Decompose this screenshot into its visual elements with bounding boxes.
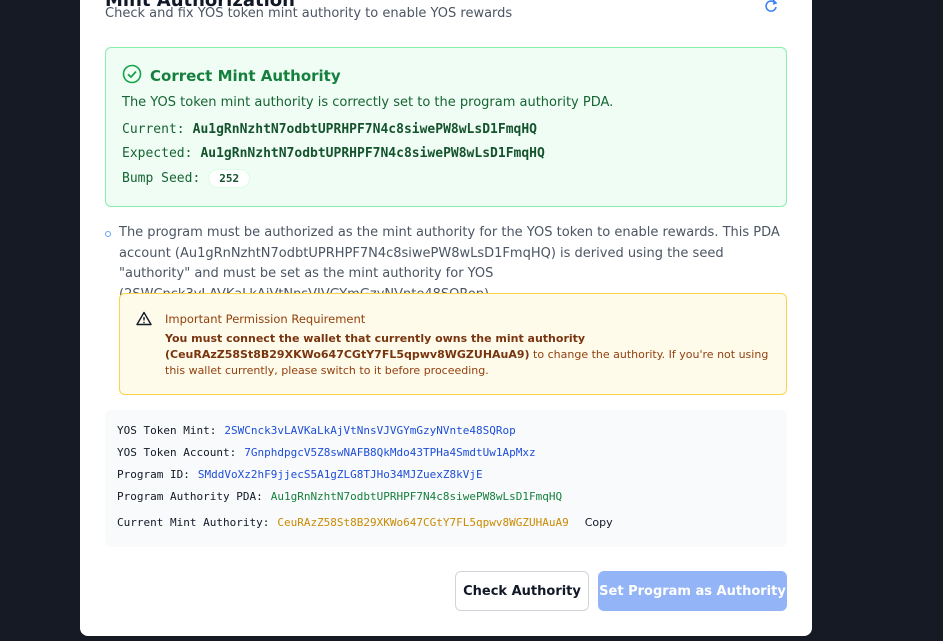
set-program-authority-button[interactable]: Set Program as Authority: [598, 571, 787, 611]
account-row: YOS Token Account: 7GnphdpgcV5Z8swNAFB8Q…: [117, 446, 536, 459]
refresh-icon[interactable]: [764, 0, 778, 12]
success-description: The YOS token mint authority is correctl…: [122, 95, 614, 110]
pda-row: Program Authority PDA: Au1gRnNzhtN7odbtU…: [117, 490, 562, 503]
check-authority-button[interactable]: Check Authority: [455, 571, 589, 611]
check-circle-icon: [122, 64, 142, 88]
warning-triangle-icon: [136, 311, 152, 330]
current-label: Current:: [122, 122, 185, 137]
warning-panel: Important Permission Requirement You mus…: [119, 293, 787, 395]
bullet-dot-icon: [105, 231, 111, 237]
warning-bold-text: You must connect the wallet that current…: [165, 332, 586, 361]
account-value[interactable]: 7GnphdpgcV5Z8swNAFB8QkMdo43TPHa4SmdtUw1A…: [244, 446, 535, 459]
expected-value[interactable]: Au1gRnNzhtN7odbtUPRHPF7N4c8siwePW8wLsD1F…: [200, 146, 544, 161]
program-label: Program ID:: [117, 468, 190, 481]
copy-button[interactable]: Copy: [585, 516, 613, 529]
current-value[interactable]: Au1gRnNzhtN7odbtUPRHPF7N4c8siwePW8wLsD1F…: [193, 122, 537, 137]
expected-label: Expected:: [122, 146, 193, 161]
warning-title: Important Permission Requirement: [165, 312, 366, 326]
current-row: Current: Au1gRnNzhtN7odbtUPRHPF7N4c8siwe…: [122, 122, 537, 137]
success-header: Correct Mint Authority: [122, 64, 341, 88]
success-title: Correct Mint Authority: [150, 67, 341, 85]
account-label: YOS Token Account:: [117, 446, 237, 459]
bump-label: Bump Seed:: [122, 171, 201, 186]
program-row: Program ID: SMddVoXz2hF9jjecS5A1gZLG8TJH…: [117, 468, 483, 481]
mint-row: YOS Token Mint: 2SWCnck3vLAVKaLkAjVtNnsV…: [117, 424, 516, 437]
expected-row: Expected: Au1gRnNzhtN7odbtUPRHPF7N4c8siw…: [122, 146, 545, 161]
address-info-panel: YOS Token Mint: 2SWCnck3vLAVKaLkAjVtNnsV…: [105, 410, 787, 547]
mint-authority-modal: Mint Authorization Check and fix YOS tok…: [80, 0, 812, 636]
modal-subtitle: Check and fix YOS token mint authority t…: [105, 6, 513, 21]
program-value[interactable]: SMddVoXz2hF9jjecS5A1gZLG8TJHo34MJZuexZ8k…: [198, 468, 483, 481]
pda-label: Program Authority PDA:: [117, 490, 263, 503]
bump-row: Bump Seed: 252: [122, 169, 251, 188]
current-authority-row: Current Mint Authority: CeuRAzZ58St8B29X…: [117, 516, 613, 529]
bump-badge: 252: [208, 169, 251, 188]
current-authority-value[interactable]: CeuRAzZ58St8B29XKWo647CGtY7FL5qpwv8WGZUH…: [277, 516, 568, 529]
success-panel: Correct Mint Authority The YOS token min…: [105, 47, 787, 207]
mint-value[interactable]: 2SWCnck3vLAVKaLkAjVtNnsVJVGYmGzyNVnte48S…: [224, 424, 515, 437]
pda-value[interactable]: Au1gRnNzhtN7odbtUPRHPF7N4c8siwePW8wLsD1F…: [271, 490, 562, 503]
current-authority-label: Current Mint Authority:: [117, 516, 270, 529]
mint-label: YOS Token Mint:: [117, 424, 217, 437]
warning-body: You must connect the wallet that current…: [165, 331, 775, 379]
